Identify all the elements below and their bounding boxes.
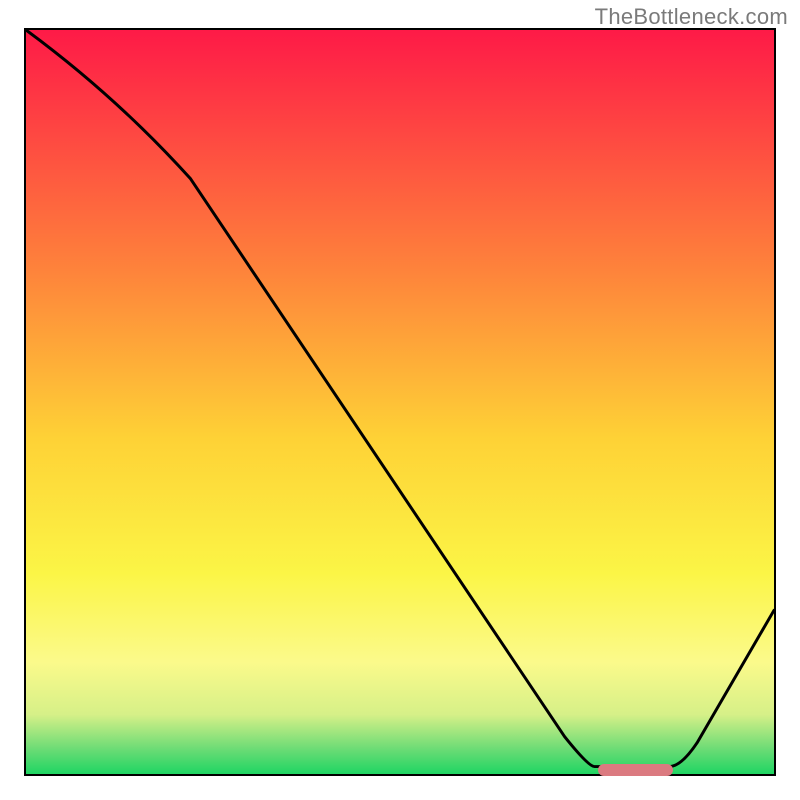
chart-container: TheBottleneck.com xyxy=(0,0,800,800)
watermark-text: TheBottleneck.com xyxy=(595,4,788,30)
plot-area xyxy=(24,28,776,776)
chart-svg xyxy=(26,30,774,774)
gradient-background xyxy=(26,30,774,774)
optimal-range-marker xyxy=(598,764,673,776)
